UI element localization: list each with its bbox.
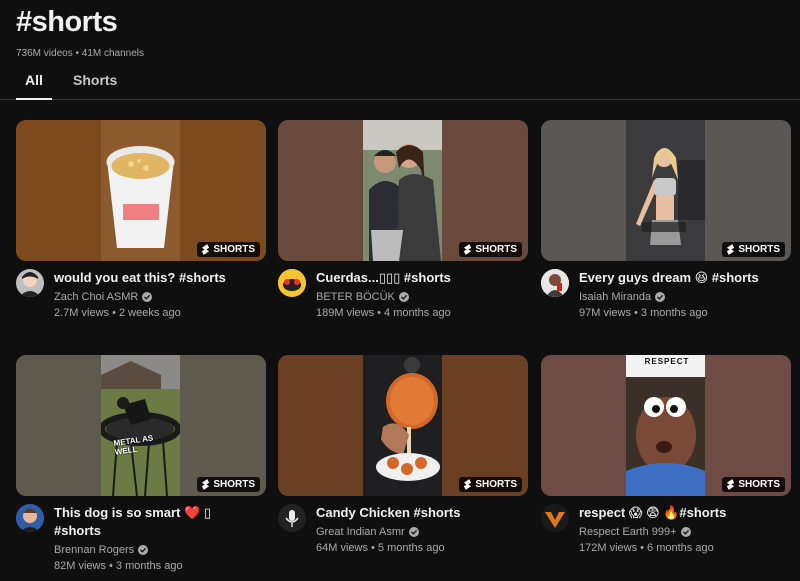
tab-bar: All Shorts [0,64,800,100]
verified-icon [680,527,691,537]
video-thumbnail[interactable]: RESPECT SHORTS [541,355,791,496]
channel-name[interactable]: Isaiah Miranda [579,291,666,303]
avatar[interactable] [16,269,44,297]
shorts-icon [727,244,735,255]
channel-name[interactable]: Great Indian Asmr [316,526,419,538]
video-title[interactable]: Cuerdas...▯▯▯ #shorts [316,269,528,287]
verified-icon [398,292,409,302]
shorts-badge: SHORTS [459,242,522,257]
shorts-badge: SHORTS [197,242,260,257]
avatar[interactable] [541,504,569,532]
video-thumbnail[interactable]: SHORTS [278,355,528,496]
video-thumbnail[interactable]: SHORTS [16,120,266,261]
channel-label: Zach Choi ASMR [54,291,139,303]
video-title-line: This dog is so smart ❤️ ▯ [54,505,211,520]
video-meta: 64M views • 5 months ago [316,542,445,554]
channel-name[interactable]: Brennan Rogers [54,544,149,556]
shorts-icon [202,479,210,490]
microphone-icon [278,504,306,532]
channel-name[interactable]: BETER BÖCÜK [316,291,409,303]
video-thumbnail[interactable]: SHORTS [278,120,528,261]
thumbnail-caption: RESPECT [644,357,690,366]
shorts-badge: SHORTS [722,242,785,257]
tab-all[interactable]: All [16,64,52,100]
shorts-badge-label: SHORTS [475,479,517,490]
shorts-badge: SHORTS [722,477,785,492]
avatar[interactable] [278,504,306,532]
tab-shorts[interactable]: Shorts [73,64,117,98]
avatar[interactable] [278,269,306,297]
video-title[interactable]: would you eat this? #shorts [54,269,266,287]
verified-icon [142,292,153,302]
shorts-badge-label: SHORTS [475,244,517,255]
shorts-badge-label: SHORTS [213,244,255,255]
shorts-icon [464,479,472,490]
shorts-badge-label: SHORTS [738,479,780,490]
shorts-icon [202,244,210,255]
channel-name[interactable]: Zach Choi ASMR [54,291,153,303]
page-title: #shorts [16,6,118,38]
hashtag-stats: 736M videos • 41M channels [16,48,145,59]
verified-icon [655,292,666,302]
video-title[interactable]: Every guys dream 😆 #shorts [579,269,791,287]
verified-icon [138,545,149,555]
channel-label: Isaiah Miranda [579,291,652,303]
channel-label: Great Indian Asmr [316,526,405,538]
shorts-badge-label: SHORTS [738,244,780,255]
channel-label: BETER BÖCÜK [316,291,395,303]
shorts-icon [727,479,735,490]
verified-icon [408,527,419,537]
shorts-badge-label: SHORTS [213,479,255,490]
shorts-icon [464,244,472,255]
avatar[interactable] [16,504,44,532]
video-meta: 172M views • 6 months ago [579,542,714,554]
channel-label: Brennan Rogers [54,544,135,556]
video-meta: 82M views • 3 months ago [54,560,183,572]
video-title[interactable]: respect 😱 😨 🔥#shorts [579,504,791,522]
avatar[interactable] [541,269,569,297]
channel-label: Respect Earth 999+ [579,526,677,538]
video-title[interactable]: This dog is so smart ❤️ ▯ #shorts [54,504,266,540]
video-title-line: #shorts [54,523,101,538]
shorts-badge: SHORTS [197,477,260,492]
shorts-badge: SHORTS [459,477,522,492]
video-thumbnail[interactable]: METAL AS WELL SHORTS [16,355,266,496]
channel-name[interactable]: Respect Earth 999+ [579,526,691,538]
video-thumbnail[interactable]: SHORTS [541,120,791,261]
video-meta: 2.7M views • 2 weeks ago [54,307,181,319]
video-meta: 189M views • 4 months ago [316,307,451,319]
video-meta: 97M views • 3 months ago [579,307,708,319]
video-title[interactable]: Candy Chicken #shorts [316,504,528,522]
